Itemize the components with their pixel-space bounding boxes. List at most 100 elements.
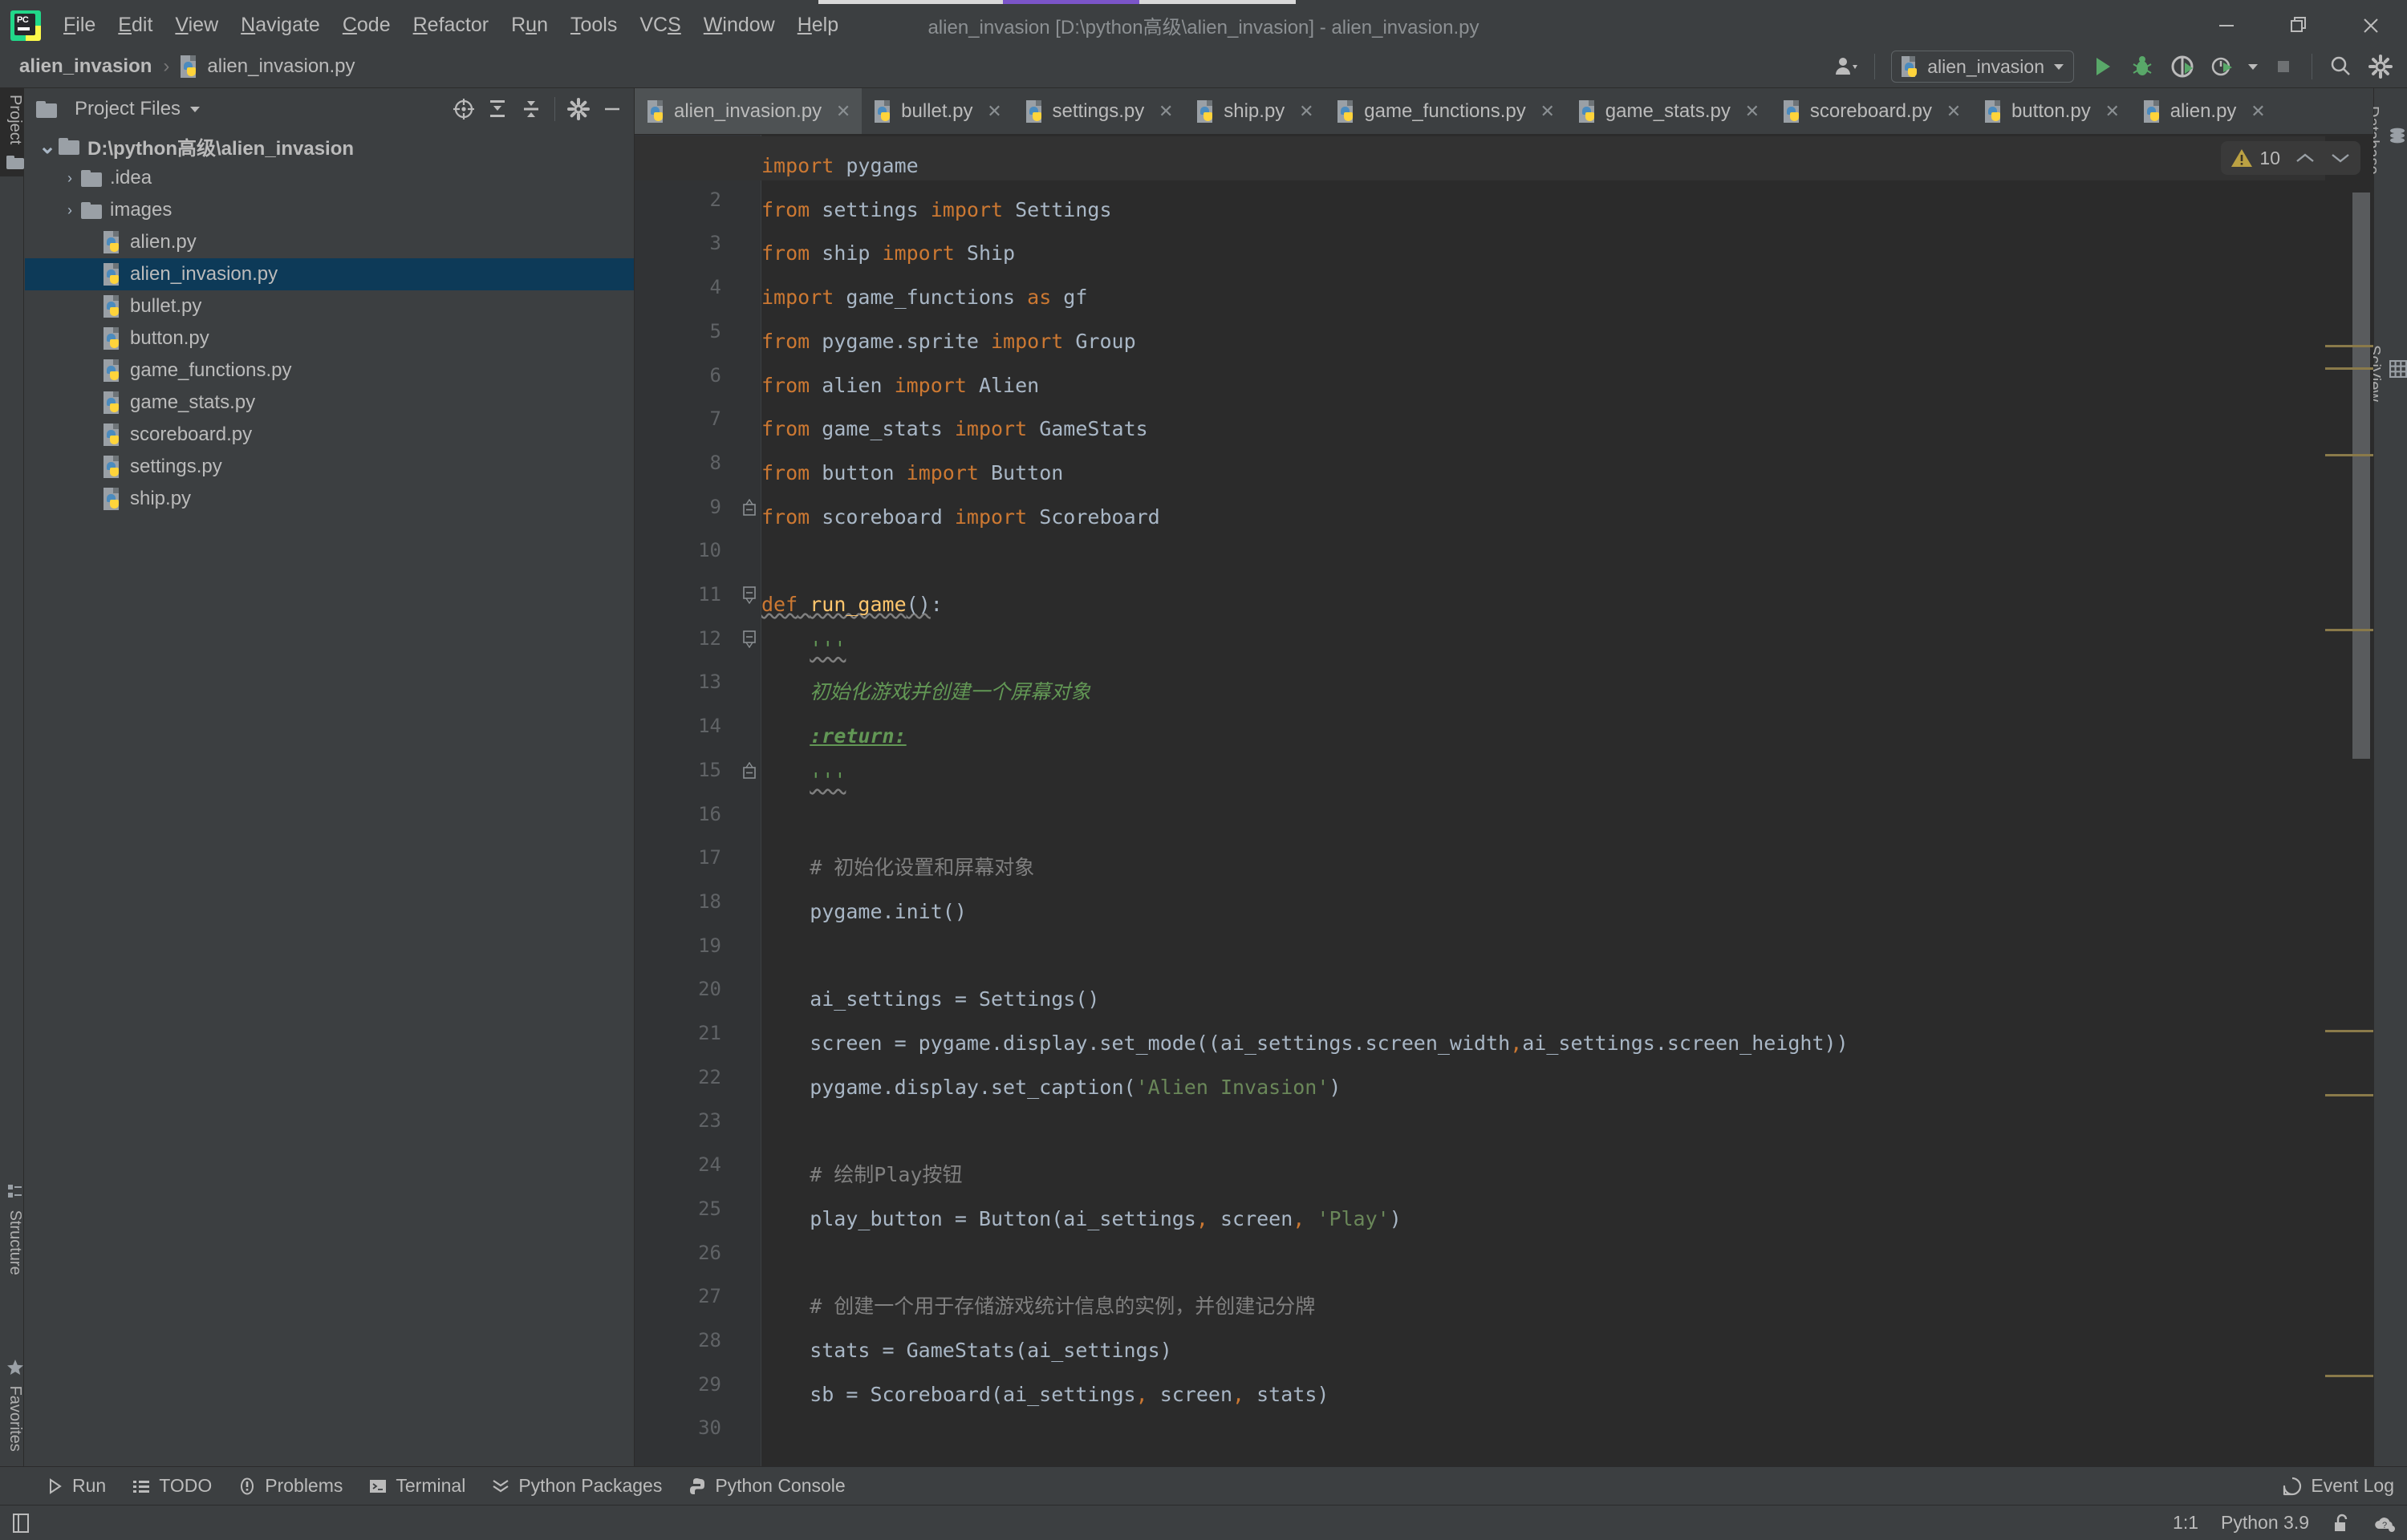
project-file-tree[interactable]: ⌄ D:\python高级\alien_invasion › .idea › images… [25, 130, 634, 1466]
run-configuration-selector[interactable]: alien_invasion [1891, 51, 2074, 83]
code-line[interactable]: from alien import Alien [761, 364, 1039, 408]
close-tab-icon[interactable]: ✕ [833, 101, 854, 122]
code-line[interactable]: from button import Button [761, 452, 1063, 496]
bottom-tab-run[interactable]: Run [32, 1469, 119, 1504]
menu-item-refactor[interactable]: Refactor [402, 10, 501, 40]
code-line[interactable]: import game_functions as gf [761, 276, 1087, 320]
menu-item-view[interactable]: View [164, 10, 229, 40]
close-tab-icon[interactable]: ✕ [1537, 101, 1558, 122]
chevron-down-icon[interactable] [190, 106, 201, 112]
bottom-tab-problems[interactable]: Problems [225, 1469, 355, 1504]
menu-item-run[interactable]: Run [500, 10, 559, 40]
menu-item-vcs[interactable]: VCS [628, 10, 692, 40]
close-tab-icon[interactable]: ✕ [1742, 101, 1763, 122]
profile-dropdown-icon[interactable] [2243, 49, 2263, 84]
code-line[interactable]: import pygame [761, 144, 919, 188]
code-line[interactable]: from scoreboard import Scoreboard [761, 496, 1160, 540]
debug-button[interactable] [2122, 49, 2162, 84]
code-line[interactable]: screen = pygame.display.set_mode((ai_set… [761, 1022, 1848, 1066]
menu-item-code[interactable]: Code [331, 10, 402, 40]
editor-tab-game_functions-py[interactable]: game_functions.py ✕ [1325, 88, 1565, 134]
tree-node[interactable]: scoreboard.py [25, 419, 634, 451]
bottom-tab-python-packages[interactable]: Python Packages [478, 1469, 675, 1504]
code-line[interactable]: stats = GameStats(ai_settings) [761, 1329, 1172, 1373]
warning-marker[interactable] [2325, 1375, 2373, 1377]
chevron-up-icon[interactable] [2295, 152, 2316, 164]
toggle-sidebar-icon[interactable] [0, 1513, 42, 1534]
tree-node[interactable]: › images [25, 194, 634, 226]
sidebar-item-sciview[interactable]: SciView [2365, 337, 2407, 410]
menu-item-help[interactable]: Help [786, 10, 850, 40]
settings-gear-icon[interactable] [562, 92, 595, 126]
help-cloud-icon[interactable]: ? [2362, 1513, 2407, 1534]
chevron-down-icon[interactable]: ⌄ [36, 136, 59, 156]
code-line[interactable]: from pygame.sprite import Group [761, 320, 1136, 364]
code-line[interactable]: def run_game(): [761, 583, 943, 627]
code-line[interactable]: play_button = Button(ai_settings, screen… [761, 1198, 1402, 1242]
run-button[interactable] [2082, 49, 2122, 84]
menu-item-tools[interactable]: Tools [559, 10, 628, 40]
close-tab-icon[interactable]: ✕ [2102, 101, 2123, 122]
chevron-down-icon[interactable] [2330, 152, 2351, 164]
code-line[interactable]: ai_settings = Settings() [761, 978, 1099, 1022]
code-line[interactable]: pygame.init() [761, 890, 967, 934]
run-with-coverage-button[interactable] [2162, 49, 2202, 84]
close-tab-icon[interactable]: ✕ [1155, 101, 1176, 122]
fold-marker-icon[interactable] [742, 586, 758, 604]
stop-button[interactable] [2263, 49, 2303, 84]
menu-item-navigate[interactable]: Navigate [229, 10, 331, 40]
editor-tab-ship-py[interactable]: ship.py ✕ [1184, 88, 1325, 134]
restore-button[interactable] [2263, 6, 2335, 45]
sidebar-item-favorites[interactable]: Favorites [0, 1352, 24, 1458]
fold-marker-icon[interactable] [742, 761, 758, 779]
close-tab-icon[interactable]: ✕ [1943, 101, 1964, 122]
code-line[interactable]: # 绘制Play按钮 [761, 1153, 962, 1198]
scroll-from-source-icon[interactable] [447, 92, 481, 126]
editor-tab-game_stats-py[interactable]: game_stats.py ✕ [1566, 88, 1771, 134]
code-line[interactable]: ''' [761, 627, 846, 671]
editor-tab-bullet-py[interactable]: bullet.py ✕ [862, 88, 1013, 134]
code-line[interactable]: ''' [761, 759, 846, 803]
close-tab-icon[interactable]: ✕ [984, 101, 1005, 122]
breadcrumb-file[interactable]: alien_invasion.py [207, 55, 355, 78]
project-panel-title[interactable]: Project Files [75, 98, 181, 120]
settings-gear-icon[interactable] [2360, 49, 2401, 84]
tree-node[interactable]: alien_invasion.py [25, 258, 634, 290]
inspection-widget[interactable]: 10 [2221, 141, 2360, 175]
bottom-tab-terminal[interactable]: Terminal [355, 1469, 478, 1504]
warning-marker[interactable] [2325, 629, 2373, 631]
python-interpreter[interactable]: Python 3.9 [2210, 1512, 2320, 1534]
user-account-icon[interactable] [1826, 49, 1866, 84]
code-editor[interactable]: 1234567891011121314151617181920212223242… [635, 135, 2373, 1466]
fold-marker-icon[interactable] [742, 498, 758, 516]
sidebar-item-structure[interactable]: Structure [0, 1177, 24, 1282]
tree-node[interactable]: settings.py [25, 451, 634, 483]
search-everywhere-icon[interactable] [2320, 49, 2360, 84]
hide-panel-icon[interactable] [595, 92, 629, 126]
tree-node[interactable]: game_stats.py [25, 387, 634, 419]
fold-marker-icon[interactable] [742, 630, 758, 648]
close-tab-icon[interactable]: ✕ [2247, 101, 2268, 122]
code-line[interactable]: sb = Scoreboard(ai_settings, screen, sta… [761, 1373, 1329, 1417]
sidebar-item-database[interactable]: Database [2364, 98, 2407, 183]
warning-marker[interactable] [2325, 345, 2373, 347]
bottom-tab-todo[interactable]: TODO [119, 1469, 225, 1504]
code-line[interactable]: from ship import Ship [761, 232, 1015, 276]
source-code-text[interactable]: import pygame from settings import Settin… [635, 135, 2373, 1466]
editor-tab-alien-py[interactable]: alien.py ✕ [2131, 88, 2277, 134]
code-line[interactable]: :return: [761, 715, 906, 759]
menu-item-file[interactable]: File [52, 10, 107, 40]
breadcrumb-project[interactable]: alien_invasion [19, 55, 152, 78]
menu-item-window[interactable]: Window [692, 10, 786, 40]
warning-marker[interactable] [2325, 367, 2373, 370]
expand-all-icon[interactable] [481, 92, 514, 126]
editor-tab-settings-py[interactable]: settings.py ✕ [1013, 88, 1185, 134]
editor-tab-scoreboard-py[interactable]: scoreboard.py ✕ [1771, 88, 1972, 134]
sidebar-item-project[interactable]: Project [0, 88, 24, 176]
tree-node[interactable]: bullet.py [25, 290, 634, 322]
close-button[interactable] [2335, 6, 2407, 45]
bottom-tab-python-console[interactable]: Python Console [675, 1469, 858, 1504]
tree-node[interactable]: › .idea [25, 162, 634, 194]
editor-tab-button-py[interactable]: button.py ✕ [1972, 88, 2131, 134]
warning-marker[interactable] [2325, 1094, 2373, 1096]
